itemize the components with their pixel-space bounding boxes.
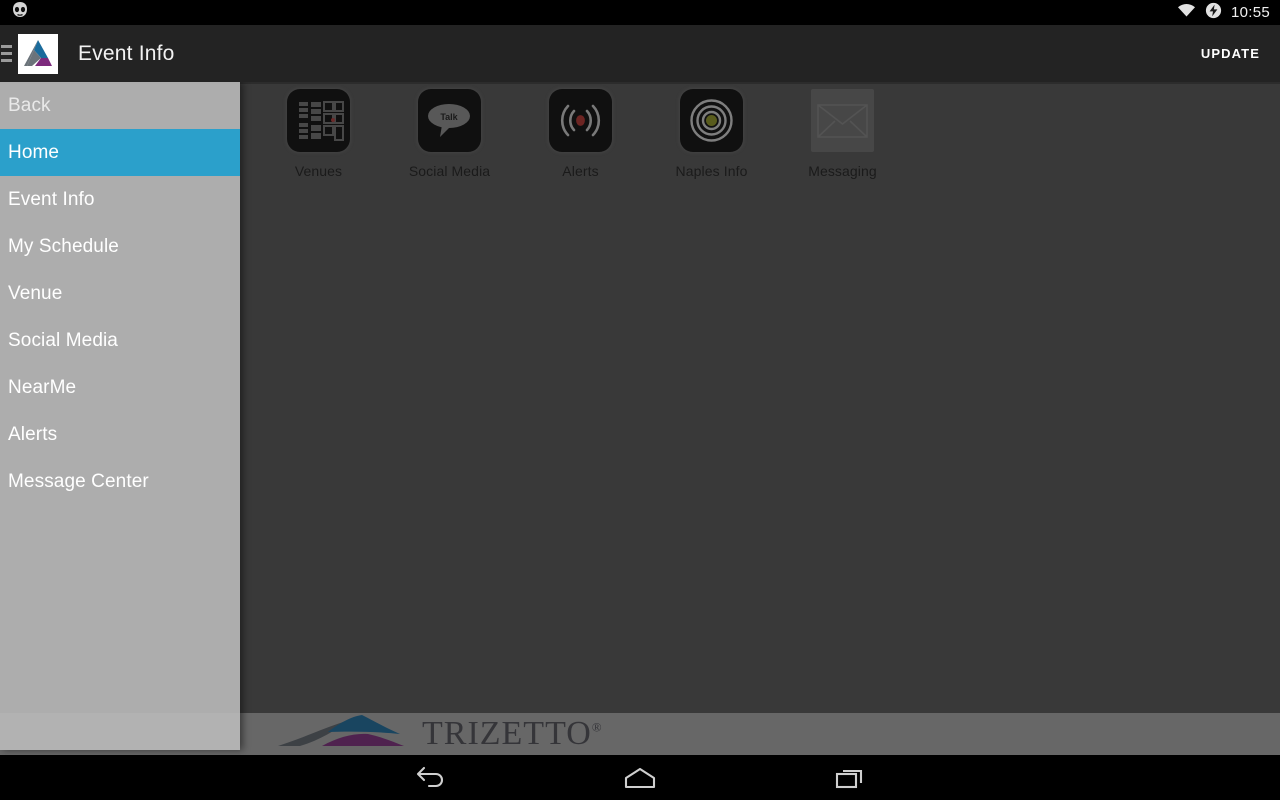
drawer-item-label: Back: [8, 94, 51, 116]
home-tile-label: Messaging: [808, 163, 877, 179]
brand-wordmark: TRIZETTO®: [422, 715, 603, 752]
recent-apps-icon[interactable]: [820, 755, 880, 800]
home-tile-naples-info[interactable]: Naples Info: [646, 89, 777, 179]
drawer-item-venue[interactable]: Venue: [0, 270, 240, 317]
drawer-item-home[interactable]: Home: [0, 129, 240, 176]
home-tile-label: Social Media: [408, 163, 491, 179]
drawer-item-back[interactable]: Back: [0, 82, 240, 129]
trizetto-logo-icon[interactable]: [18, 33, 58, 74]
home-tile-label: Alerts: [562, 163, 599, 179]
home-icon[interactable]: [610, 755, 670, 800]
home-tile-label: Venues: [294, 163, 343, 179]
status-clock: 10:55: [1230, 4, 1270, 21]
home-tile-social-media[interactable]: Talk Social Media: [384, 89, 515, 179]
drawer-item-social-media[interactable]: Social Media: [0, 317, 240, 364]
navigation-drawer: Back Home Event Info My Schedule Venue S…: [0, 82, 240, 750]
drawer-item-label: Alerts: [8, 423, 58, 445]
drawer-item-event-info[interactable]: Event Info: [0, 176, 240, 223]
home-tile-messaging[interactable]: Messaging: [777, 89, 908, 179]
venue-floorplan-icon: [287, 89, 350, 152]
drawer-item-alerts[interactable]: Alerts: [0, 411, 240, 458]
talk-bubble-icon: Talk: [418, 89, 481, 152]
home-tile-venues[interactable]: Venues: [253, 89, 384, 179]
wifi-icon: [1177, 3, 1196, 23]
concentric-target-icon: [680, 89, 743, 152]
home-tile-alerts[interactable]: Alerts: [515, 89, 646, 179]
device-screen: Venues Talk Social Media Alerts Naples I…: [0, 0, 1280, 800]
cyanogenmod-icon: [10, 1, 30, 24]
drawer-item-label: Message Center: [8, 470, 149, 492]
drawer-item-label: NearMe: [8, 376, 77, 398]
drawer-item-label: Venue: [8, 282, 63, 304]
action-bar: Event Info UPDATE: [0, 25, 1280, 82]
page-title: Event Info: [78, 41, 175, 65]
trizetto-mountain-icon: [276, 713, 408, 755]
trademark-symbol: ®: [591, 719, 603, 735]
drawer-item-message-center[interactable]: Message Center: [0, 458, 240, 505]
hamburger-menu-icon[interactable]: [0, 25, 14, 82]
system-navigation-bar: [0, 755, 1280, 800]
drawer-item-label: Social Media: [8, 329, 118, 351]
back-arrow-icon[interactable]: [400, 755, 460, 800]
update-button[interactable]: UPDATE: [1195, 38, 1266, 69]
drawer-item-nearme[interactable]: NearMe: [0, 364, 240, 411]
drawer-item-my-schedule[interactable]: My Schedule: [0, 223, 240, 270]
battery-charging-icon: [1205, 2, 1222, 24]
envelope-icon: [811, 89, 874, 152]
svg-text:Talk: Talk: [440, 112, 458, 122]
home-tile-label: Naples Info: [675, 163, 748, 179]
drawer-item-label: Event Info: [8, 188, 95, 210]
status-bar: 10:55: [0, 0, 1280, 25]
home-icon-grid: Venues Talk Social Media Alerts Naples I…: [253, 89, 908, 179]
broadcast-alert-icon: [549, 89, 612, 152]
drawer-item-label: Home: [8, 141, 60, 163]
drawer-item-label: My Schedule: [8, 235, 119, 257]
